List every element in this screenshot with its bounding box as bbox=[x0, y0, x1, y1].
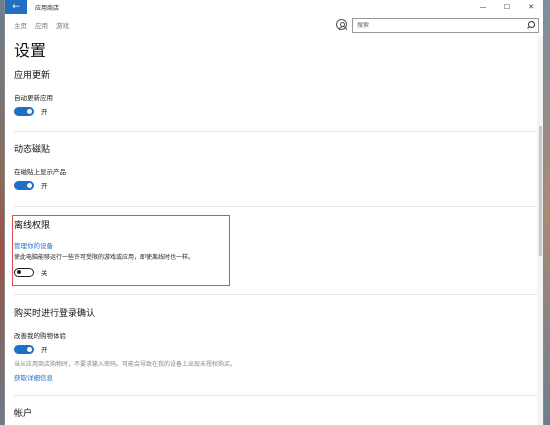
section-title: 应用更新 bbox=[14, 71, 51, 81]
auto-update-toggle[interactable] bbox=[14, 106, 34, 116]
toggle-state: 开 bbox=[41, 346, 48, 354]
section-title: 购买时进行登录确认 bbox=[14, 309, 96, 319]
window-controls: — ☐ ✕ bbox=[471, 0, 543, 14]
section-title: 帐户 bbox=[14, 409, 33, 419]
section-app-updates: 应用更新 自动更新应用 开 bbox=[14, 68, 53, 116]
store-window: ← 应用商店 — ☐ ✕ 主页 应用 游戏 设置 应用更新 自动更新应用 开 bbox=[4, 0, 544, 425]
maximize-button[interactable]: ☐ bbox=[495, 0, 519, 14]
back-button[interactable]: ← bbox=[5, 0, 27, 14]
desktop-background-right bbox=[544, 0, 550, 425]
divider bbox=[14, 206, 537, 207]
toggle-row: 开 bbox=[14, 180, 66, 190]
setting-label: 在磁贴上显示产品 bbox=[14, 168, 66, 176]
scroll-thumb[interactable] bbox=[539, 126, 542, 256]
scrollbar[interactable] bbox=[537, 36, 543, 425]
tab-apps[interactable]: 应用 bbox=[35, 20, 48, 30]
search-icon[interactable] bbox=[524, 19, 538, 32]
page-title: 设置 bbox=[14, 41, 47, 60]
live-tile-toggle[interactable] bbox=[14, 180, 34, 190]
settings-content: 设置 应用更新 自动更新应用 开 动态磁贴 在磁贴上显示产品 开 离线权限 管理… bbox=[5, 36, 543, 425]
tab-home[interactable]: 主页 bbox=[14, 20, 27, 30]
setting-label: 改善我的购物体验 bbox=[14, 332, 66, 340]
purchase-description: 当从应用商店购物时，不要求输入密码。可能会导致在我的设备上出现未授权购买。 bbox=[14, 361, 237, 368]
details-link[interactable]: 获取详细信息 bbox=[14, 372, 236, 382]
minimize-button[interactable]: — bbox=[471, 0, 495, 14]
divider bbox=[14, 395, 537, 396]
close-button[interactable]: ✕ bbox=[519, 0, 543, 14]
toggle-state: 开 bbox=[41, 182, 48, 190]
setting-label: 自动更新应用 bbox=[14, 94, 53, 102]
highlight-box bbox=[12, 215, 230, 286]
search-input[interactable] bbox=[357, 22, 524, 29]
section-title: 动态磁贴 bbox=[14, 145, 51, 155]
user-avatar-icon[interactable] bbox=[336, 19, 347, 30]
section-live-tile: 动态磁贴 在磁贴上显示产品 开 bbox=[14, 142, 66, 190]
toggle-row: 开 bbox=[14, 344, 236, 354]
tab-games[interactable]: 游戏 bbox=[56, 20, 69, 30]
nav-bar: 主页 应用 游戏 bbox=[5, 14, 543, 36]
divider bbox=[14, 294, 537, 295]
purchase-toggle[interactable] bbox=[14, 344, 34, 354]
title-bar: ← 应用商店 — ☐ ✕ bbox=[5, 0, 543, 14]
section-account: 帐户 bbox=[14, 406, 32, 419]
app-title: 应用商店 bbox=[35, 4, 60, 12]
divider bbox=[14, 131, 537, 132]
back-arrow-icon: ← bbox=[12, 2, 20, 12]
section-purchase: 购买时进行登录确认 改善我的购物体验 开 当从应用商店购物时，不要求输入密码。可… bbox=[14, 306, 236, 382]
nav-tabs: 主页 应用 游戏 bbox=[14, 20, 77, 30]
toggle-row: 开 bbox=[14, 106, 53, 116]
toggle-state: 开 bbox=[41, 108, 48, 116]
search-box bbox=[352, 18, 539, 33]
